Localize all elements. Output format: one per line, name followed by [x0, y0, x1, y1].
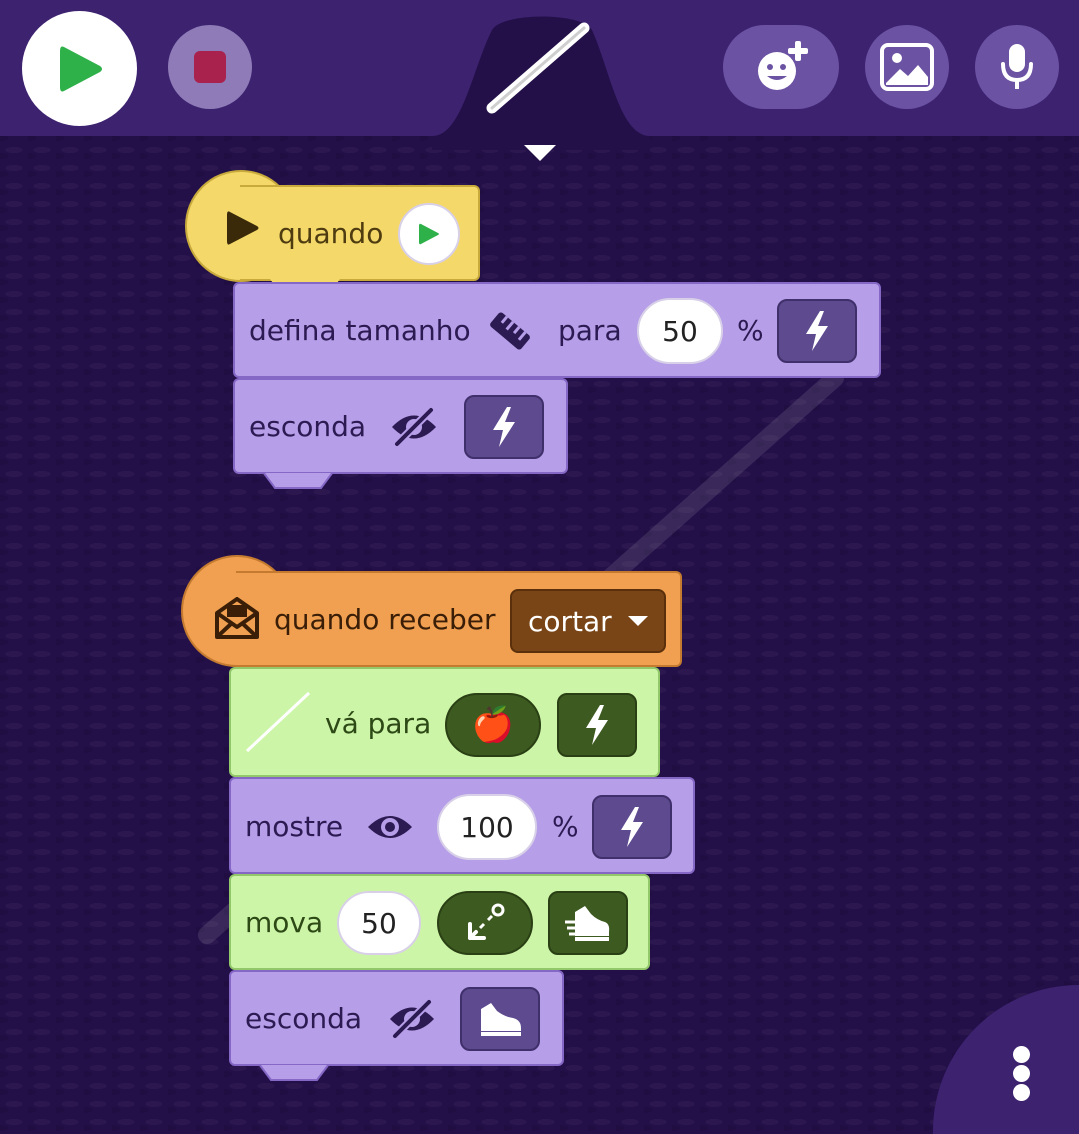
size-value-input[interactable]: 50: [637, 298, 723, 364]
play-icon: [227, 211, 259, 245]
move-block[interactable]: mova 50: [229, 874, 650, 970]
show-label: mostre: [245, 810, 344, 843]
show-value-input[interactable]: 100: [437, 794, 537, 860]
line-sprite-icon: [245, 691, 311, 753]
block-notch: [259, 1064, 329, 1081]
para-label: para: [558, 314, 622, 347]
block-notch: [263, 472, 333, 489]
go-to-block[interactable]: vá para 🍎: [229, 667, 660, 777]
speed-button[interactable]: [777, 299, 857, 363]
sneaker-icon: [481, 1003, 521, 1036]
hide-block[interactable]: esconda: [233, 378, 568, 474]
set-size-label: defina tamanho: [249, 314, 471, 347]
hat-label: quando: [278, 217, 384, 250]
hat-label: quando receber: [274, 603, 496, 636]
play-button[interactable]: [22, 11, 137, 126]
apple-icon: 🍎: [471, 705, 515, 745]
more-vertical-icon[interactable]: [1013, 1065, 1030, 1082]
sneaker-fast-icon: [565, 906, 610, 941]
hide-label: esconda: [249, 410, 367, 443]
microphone-icon: [1001, 44, 1033, 89]
message-value: cortar: [528, 604, 612, 638]
hide-block[interactable]: esconda: [229, 970, 564, 1066]
sound-button[interactable]: [975, 25, 1059, 109]
direction-selector[interactable]: [437, 891, 533, 955]
move-value-input[interactable]: 50: [337, 891, 421, 955]
chevron-down-icon: [628, 616, 648, 626]
eye-off-icon: [390, 999, 434, 1039]
background-button[interactable]: [865, 25, 949, 109]
ruler-icon: [490, 312, 530, 350]
speed-button[interactable]: [460, 987, 540, 1051]
stop-icon: [194, 51, 226, 83]
lightning-icon: [493, 407, 515, 447]
message-dropdown[interactable]: cortar: [510, 589, 666, 653]
eye-off-icon: [392, 407, 436, 447]
play-flag-icon: [419, 223, 439, 245]
speed-button[interactable]: [464, 395, 544, 459]
stage-preview-notch[interactable]: [432, 10, 650, 150]
speed-button[interactable]: [548, 891, 628, 955]
envelope-icon: [215, 597, 259, 639]
lightning-icon: [806, 311, 828, 351]
hide-label: esconda: [245, 1002, 363, 1035]
start-trigger-button[interactable]: [398, 203, 460, 265]
image-icon: [880, 43, 934, 91]
lightning-icon: [621, 807, 643, 847]
when-start-hat-block[interactable]: quando: [227, 185, 480, 281]
set-size-block[interactable]: defina tamanho para 50 %: [233, 282, 881, 378]
stop-button[interactable]: [168, 25, 252, 109]
add-character-icon: [758, 41, 808, 90]
percent-label: %: [552, 810, 579, 843]
target-selector[interactable]: 🍎: [445, 693, 541, 757]
more-vertical-icon[interactable]: [1013, 1046, 1030, 1063]
more-vertical-icon[interactable]: [1013, 1084, 1030, 1101]
when-receive-hat-block[interactable]: quando receber cortar: [215, 571, 682, 667]
show-block[interactable]: mostre 100 %: [229, 777, 695, 874]
lightning-icon: [586, 705, 608, 745]
stage-expand-arrow-icon[interactable]: [524, 145, 556, 161]
play-icon: [59, 46, 102, 91]
add-character-button[interactable]: [723, 25, 839, 109]
arrow-down-left-icon: [468, 903, 505, 940]
percent-label: %: [737, 314, 764, 347]
go-to-label: vá para: [325, 707, 432, 740]
eye-icon: [368, 816, 412, 838]
speed-button[interactable]: [557, 693, 637, 757]
speed-button[interactable]: [592, 795, 672, 859]
move-label: mova: [245, 906, 324, 939]
